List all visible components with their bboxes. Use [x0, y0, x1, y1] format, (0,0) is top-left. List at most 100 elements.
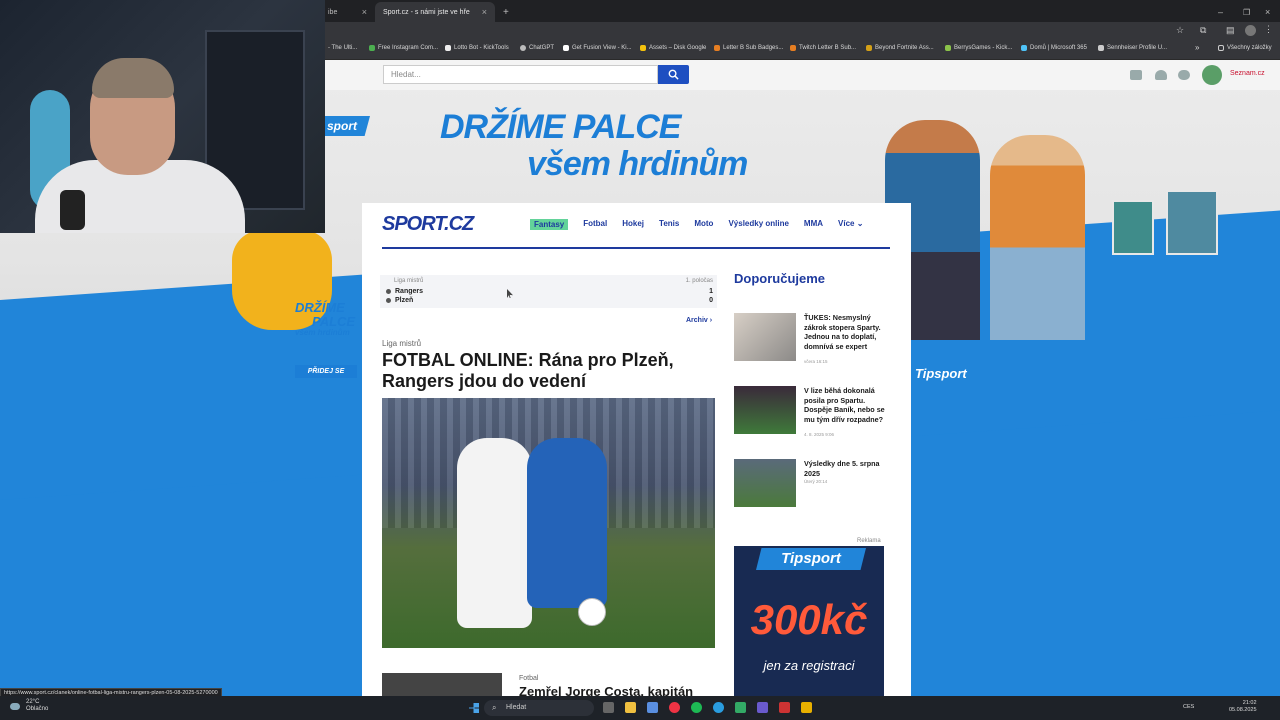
- ad-person-woman: [990, 135, 1085, 340]
- bookmark-item[interactable]: Free Instagram Com...: [369, 45, 438, 51]
- recommended-date: včera 16:15: [804, 359, 828, 364]
- weather-widget[interactable]: 22°C Oblačno: [26, 699, 48, 713]
- bell-icon[interactable]: [1155, 70, 1167, 80]
- menu-icon[interactable]: ⋮: [1264, 24, 1273, 35]
- article-title[interactable]: Zemřel Jorge Costa, kapitán: [519, 684, 693, 696]
- browser-tab-active[interactable]: Sport.cz - s námi jste ve hře ×: [375, 2, 495, 22]
- close-tab-icon[interactable]: ×: [362, 7, 367, 17]
- ad-headline[interactable]: DRŽÍME PALCE: [440, 108, 681, 147]
- tipsport-ad[interactable]: Tipsport 300kč jen za registraci: [734, 546, 884, 696]
- team-away: Plzeň: [386, 297, 413, 304]
- cloud-icon: [10, 703, 20, 710]
- recommended-item[interactable]: ŤUKES: Nesmyslný zákrok stopera Sparty. …: [734, 313, 894, 364]
- app-icon[interactable]: [735, 702, 746, 713]
- bookmark-icon: [369, 45, 375, 51]
- bookmark-item[interactable]: Lotto Bot - KickTools: [445, 45, 509, 51]
- recommended-item[interactable]: Výsledky dne 5. srpna 2025 Úterý 20:14: [734, 459, 894, 509]
- bookmark-item[interactable]: BerrysGames - Kick...: [945, 45, 1012, 51]
- ad-join-button[interactable]: PŘIDEJ SE: [295, 365, 357, 378]
- mail-icon[interactable]: [1130, 70, 1142, 80]
- browser-tab[interactable]: ibe ×: [320, 2, 375, 22]
- recommended-thumbnail: [734, 386, 796, 434]
- edge-icon[interactable]: [713, 702, 724, 713]
- recommended-thumbnail: [734, 313, 796, 361]
- ad-subheadline[interactable]: všem hrdinům: [527, 145, 748, 184]
- extensions-icon[interactable]: ⧉: [1200, 25, 1206, 36]
- sidepanel-icon[interactable]: ▤: [1226, 25, 1235, 36]
- team-crest-icon: [386, 298, 391, 303]
- system-tray[interactable]: CES: [1183, 704, 1194, 710]
- score-league: Liga mistrů: [394, 278, 424, 284]
- sponsor-logo[interactable]: Tipsport: [915, 366, 967, 381]
- main-nav: Fantasy Fotbal Hokej Tenis Moto Výsledky…: [530, 219, 878, 230]
- score-period: 1. poločas: [685, 278, 713, 284]
- windows-start-icon[interactable]: [469, 703, 479, 713]
- user-avatar[interactable]: [1202, 65, 1222, 85]
- search-icon: ⌕: [492, 703, 497, 712]
- search-input[interactable]: Hledat...: [383, 65, 658, 84]
- tab-label: ibe: [328, 8, 338, 16]
- article-title[interactable]: FOTBAL ONLINE: Rána pro Plzeň, Rangers j…: [382, 350, 712, 392]
- bookmark-icon: [520, 45, 526, 51]
- site-logo[interactable]: SPORT.CZ: [382, 213, 474, 236]
- microphone-icon: [60, 190, 85, 230]
- maximize-icon[interactable]: ❐: [1235, 2, 1258, 22]
- seznam-link[interactable]: Seznam.cz: [1230, 70, 1265, 77]
- bookmark-item[interactable]: Sennheiser Profile U...: [1098, 45, 1167, 51]
- close-window-icon[interactable]: ×: [1257, 2, 1278, 22]
- bookmark-item[interactable]: Letter B Sub Badges...: [714, 45, 783, 51]
- team-crest-icon: [386, 289, 391, 294]
- nav-item-mma[interactable]: MMA: [804, 219, 823, 230]
- app-icon[interactable]: [801, 702, 812, 713]
- home-score: 1: [709, 288, 713, 295]
- bookmark-item[interactable]: Get Fusion View - Ki...: [563, 45, 632, 51]
- task-view-icon[interactable]: [603, 702, 614, 713]
- football-icon: [578, 598, 606, 626]
- article-category[interactable]: Liga mistrů: [382, 339, 421, 348]
- app-icon[interactable]: [779, 702, 790, 713]
- star-icon[interactable]: ☆: [1176, 25, 1184, 36]
- ad-side-text: všem hrdinům: [295, 328, 350, 337]
- archive-link[interactable]: Archiv ›: [686, 317, 712, 324]
- bookmark-item[interactable]: Domů | Microsoft 365: [1021, 45, 1087, 51]
- new-tab-button[interactable]: +: [495, 2, 513, 22]
- file-explorer-icon[interactable]: [625, 702, 636, 713]
- player-figure: [457, 438, 532, 628]
- nav-item-tenis[interactable]: Tenis: [659, 219, 679, 230]
- nav-item-fantasy[interactable]: Fantasy: [530, 219, 569, 230]
- chat-icon[interactable]: [1178, 70, 1190, 80]
- bookmarks-more-icon[interactable]: »: [1195, 43, 1199, 52]
- tipsport-ad-amount: 300kč: [750, 596, 868, 643]
- app-icon[interactable]: [647, 702, 658, 713]
- all-bookmarks-button[interactable]: Všechny záložky: [1218, 45, 1272, 51]
- bookmark-icon: [1098, 45, 1104, 51]
- nav-item-hokej[interactable]: Hokej: [622, 219, 644, 230]
- chrome-icon[interactable]: [669, 702, 680, 713]
- taskbar-search[interactable]: ⌕ Hledat: [484, 700, 594, 716]
- bookmark-item[interactable]: ChatGPT: [520, 45, 554, 51]
- bookmark-icon: [866, 45, 872, 51]
- search-button[interactable]: [658, 65, 689, 84]
- bookmark-item[interactable]: Beyond Fortnite Ass...: [866, 45, 934, 51]
- bookmark-item[interactable]: - The Ulti...: [328, 45, 357, 51]
- spotify-icon[interactable]: [691, 702, 702, 713]
- article-category[interactable]: Fotbal: [519, 675, 538, 682]
- discord-icon[interactable]: [757, 702, 768, 713]
- recommended-item[interactable]: V lize běhá dokonalá posila pro Spartu. …: [734, 386, 894, 437]
- bookmark-item[interactable]: Twitch Letter B Sub...: [790, 45, 856, 51]
- live-score-widget[interactable]: Liga mistrů 1. poločas Rangers 1 Plzeň 0: [380, 275, 717, 308]
- taskbar-clock[interactable]: 21:02 05.08.2025: [1229, 700, 1257, 714]
- nav-item-fotbal[interactable]: Fotbal: [583, 219, 607, 230]
- nav-item-results[interactable]: Výsledky online: [728, 219, 788, 230]
- nav-item-moto[interactable]: Moto: [694, 219, 713, 230]
- article-image[interactable]: [382, 398, 715, 648]
- search-icon: [668, 69, 679, 80]
- ad-brand-logo[interactable]: sport: [325, 116, 370, 136]
- bookmark-item[interactable]: Assets – Disk Google: [640, 45, 706, 51]
- minimize-icon[interactable]: –: [1210, 2, 1231, 22]
- close-tab-icon[interactable]: ×: [482, 7, 487, 17]
- nav-item-more[interactable]: Více ⌄: [838, 219, 863, 230]
- ad-side-text: DRŽÍME: [295, 300, 345, 315]
- article-thumbnail[interactable]: [382, 673, 502, 696]
- profile-avatar[interactable]: [1245, 25, 1256, 36]
